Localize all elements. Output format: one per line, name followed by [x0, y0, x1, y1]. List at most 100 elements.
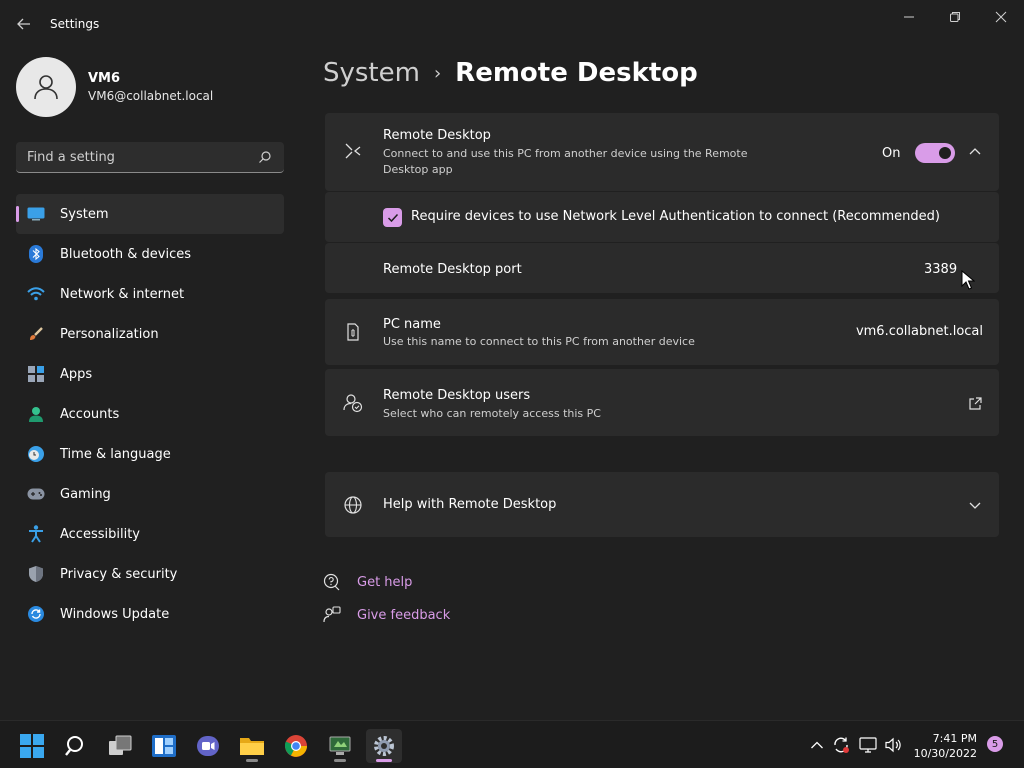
help-title: Help with Remote Desktop: [383, 497, 557, 512]
chevron-down-icon[interactable]: [967, 497, 983, 513]
sidebar-item-privacy[interactable]: Privacy & security: [16, 554, 284, 594]
remote-desktop-toggle[interactable]: [915, 143, 955, 163]
back-button[interactable]: [14, 14, 34, 34]
brush-icon: [27, 325, 45, 343]
settings-app-button[interactable]: [366, 729, 402, 763]
close-icon: [995, 11, 1007, 23]
mouse-cursor-icon: [961, 270, 975, 290]
sidebar-item-label: Apps: [60, 366, 93, 382]
running-indicator: [334, 759, 346, 762]
gamepad-icon: [27, 485, 45, 503]
chat-button[interactable]: [190, 729, 226, 763]
sidebar-item-windows-update[interactable]: Windows Update: [16, 594, 284, 634]
apps-icon: [27, 365, 45, 383]
search-input[interactable]: Find a setting: [16, 142, 284, 173]
file-explorer-button[interactable]: [234, 729, 270, 763]
sidebar-item-label: Time & language: [60, 446, 171, 462]
task-view-icon: [109, 735, 132, 755]
remote-desktop-app-icon: [329, 736, 351, 755]
sidebar-item-apps[interactable]: Apps: [16, 354, 284, 394]
sidebar-item-system[interactable]: System: [16, 194, 284, 234]
sidebar-item-label: Personalization: [60, 326, 159, 342]
nla-checkbox[interactable]: [383, 208, 402, 227]
search-icon: [65, 736, 83, 756]
back-arrow-icon: [17, 18, 30, 30]
sidebar-item-label: System: [60, 206, 109, 222]
port-row[interactable]: Remote Desktop port 3389: [325, 243, 999, 293]
system-icon: [27, 205, 45, 223]
sidebar-item-gaming[interactable]: Gaming: [16, 474, 284, 514]
speaker-icon: [885, 737, 901, 753]
title-bar: Settings: [0, 0, 1024, 48]
sidebar-item-label: Network & internet: [60, 286, 185, 302]
taskbar-search-button[interactable]: [58, 729, 94, 763]
pc-name-value: vm6.collabnet.local: [855, 324, 983, 339]
give-feedback-link[interactable]: Give feedback: [323, 606, 450, 624]
remote-desktop-icon: [345, 143, 361, 159]
chrome-button[interactable]: [278, 729, 314, 763]
pc-name-title: PC name: [383, 317, 441, 332]
user-check-icon: [343, 394, 363, 413]
clock-globe-icon: [27, 445, 45, 463]
wifi-icon: [27, 285, 45, 303]
remote-desktop-card[interactable]: Remote Desktop Connect to and use this P…: [325, 113, 999, 191]
user-profile[interactable]: VM6 VM6@collabnet.local: [16, 57, 213, 117]
close-button[interactable]: [987, 8, 1015, 26]
restore-button[interactable]: [941, 8, 969, 26]
bluetooth-icon: [27, 245, 45, 263]
network-icon[interactable]: [858, 735, 878, 755]
clock[interactable]: 7:41 PM 10/30/2022: [905, 731, 977, 761]
sidebar-nav: System Bluetooth & devices Network & int…: [16, 194, 284, 634]
gear-icon: [374, 736, 394, 756]
get-help-label: Get help: [357, 574, 413, 590]
app-title: Settings: [50, 17, 100, 31]
sidebar-item-time-language[interactable]: Time & language: [16, 434, 284, 474]
active-indicator: [376, 759, 392, 762]
ethernet-monitor-icon: [859, 737, 877, 753]
sidebar-item-accounts[interactable]: Accounts: [16, 394, 284, 434]
sync-status-icon[interactable]: [831, 735, 851, 755]
pc-name-icon: [347, 323, 359, 341]
clock-time: 7:41 PM: [932, 732, 977, 745]
search-placeholder: Find a setting: [27, 150, 115, 165]
help-chat-icon: [323, 573, 340, 591]
widgets-button[interactable]: [146, 729, 182, 763]
notification-badge[interactable]: 5: [987, 736, 1003, 752]
toggle-knob: [939, 147, 951, 159]
sidebar-item-accessibility[interactable]: Accessibility: [16, 514, 284, 554]
breadcrumb-parent[interactable]: System: [323, 58, 420, 88]
rd-users-title: Remote Desktop users: [383, 388, 531, 403]
nla-row: Require devices to use Network Level Aut…: [325, 192, 999, 242]
external-link-icon[interactable]: [967, 396, 983, 412]
running-indicator: [246, 759, 258, 762]
sidebar-item-label: Privacy & security: [60, 566, 178, 582]
rd-users-description: Select who can remotely access this PC: [383, 407, 601, 420]
accounts-icon: [27, 405, 45, 423]
get-help-link[interactable]: Get help: [323, 573, 412, 591]
remote-desktop-app-button[interactable]: [322, 729, 358, 763]
port-value: 3389: [924, 262, 958, 277]
chevron-up-icon[interactable]: [967, 144, 983, 160]
sidebar-item-label: Gaming: [60, 486, 111, 502]
user-avatar-icon: [34, 75, 58, 100]
show-hidden-icons-button[interactable]: [807, 735, 827, 755]
minimize-button[interactable]: [895, 8, 923, 26]
sidebar-item-network[interactable]: Network & internet: [16, 274, 284, 314]
toggle-state-label: On: [882, 146, 901, 161]
teams-chat-icon: [197, 736, 219, 756]
remote-desktop-users-card[interactable]: Remote Desktop users Select who can remo…: [325, 369, 999, 436]
search-icon: [259, 151, 271, 163]
sidebar-item-bluetooth[interactable]: Bluetooth & devices: [16, 234, 284, 274]
give-feedback-label: Give feedback: [357, 607, 451, 623]
task-view-button[interactable]: [102, 729, 138, 763]
nla-label: Require devices to use Network Level Aut…: [411, 209, 940, 224]
accessibility-icon: [27, 525, 45, 543]
sidebar-item-personalization[interactable]: Personalization: [16, 314, 284, 354]
help-card[interactable]: Help with Remote Desktop: [325, 472, 999, 537]
shield-icon: [27, 565, 45, 583]
sync-icon: [834, 737, 849, 753]
sidebar-item-label: Accounts: [60, 406, 120, 422]
remote-desktop-title: Remote Desktop: [383, 128, 491, 143]
volume-icon[interactable]: [883, 735, 903, 755]
start-button[interactable]: [14, 729, 50, 763]
